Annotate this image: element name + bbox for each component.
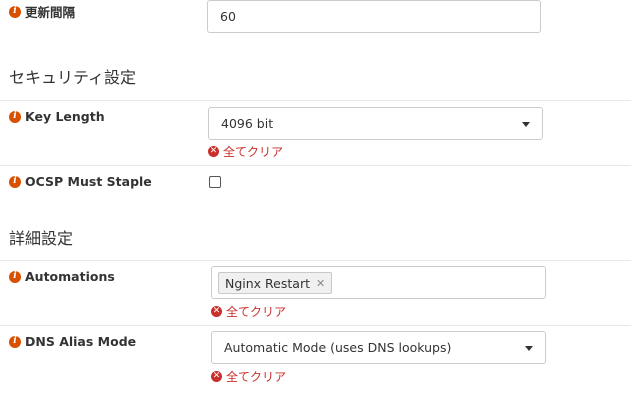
key-length-selected: 4096 bit: [221, 116, 274, 131]
divider: [0, 325, 631, 326]
info-icon[interactable]: i: [9, 110, 21, 123]
key-length-select[interactable]: 4096 bit: [208, 107, 543, 140]
divider: [0, 165, 631, 166]
close-icon[interactable]: ✕: [316, 277, 325, 290]
info-icon[interactable]: i: [9, 175, 21, 188]
dns-alias-clear[interactable]: ✕ 全てクリア: [211, 368, 286, 385]
automations-label-text: Automations: [25, 269, 115, 284]
key-length-label: i Key Length: [9, 109, 105, 124]
update-interval-label: i 更新間隔: [9, 2, 75, 21]
divider: [0, 100, 631, 101]
key-length-clear[interactable]: ✕ 全てクリア: [208, 143, 283, 160]
times-circle-icon: ✕: [208, 146, 219, 157]
automations-multiselect[interactable]: Nginx Restart ✕: [211, 266, 546, 299]
caret-down-icon: [522, 121, 530, 127]
ocsp-label-text: OCSP Must Staple: [25, 174, 152, 189]
key-length-label-text: Key Length: [25, 109, 105, 124]
update-interval-label-text: 更新間隔: [25, 5, 76, 20]
automations-clear-text: 全てクリア: [226, 305, 287, 319]
info-icon[interactable]: i: [9, 5, 21, 18]
key-length-clear-text: 全てクリア: [223, 145, 284, 159]
info-icon[interactable]: i: [9, 335, 21, 348]
dns-alias-label-text: DNS Alias Mode: [25, 334, 137, 349]
update-interval-value: 60: [220, 9, 236, 24]
times-circle-icon: ✕: [211, 306, 222, 317]
dns-alias-select[interactable]: Automatic Mode (uses DNS lookups): [211, 331, 546, 364]
caret-down-icon: [525, 345, 533, 351]
ocsp-label: i OCSP Must Staple: [9, 174, 152, 189]
info-icon[interactable]: i: [9, 270, 21, 283]
dns-alias-selected: Automatic Mode (uses DNS lookups): [224, 340, 452, 355]
automation-tag-label: Nginx Restart: [225, 275, 310, 291]
dns-alias-clear-text: 全てクリア: [226, 370, 287, 384]
security-section-title: セキュリティ設定: [9, 68, 137, 87]
dns-alias-label: i DNS Alias Mode: [9, 334, 136, 349]
update-interval-input[interactable]: 60: [207, 0, 541, 33]
advanced-section-title: 詳細設定: [9, 229, 74, 248]
times-circle-icon: ✕: [211, 371, 222, 382]
ocsp-checkbox[interactable]: [209, 176, 221, 188]
automation-tag: Nginx Restart ✕: [218, 272, 333, 294]
automations-label: i Automations: [9, 269, 115, 284]
automations-clear[interactable]: ✕ 全てクリア: [211, 303, 286, 320]
divider: [0, 260, 631, 261]
